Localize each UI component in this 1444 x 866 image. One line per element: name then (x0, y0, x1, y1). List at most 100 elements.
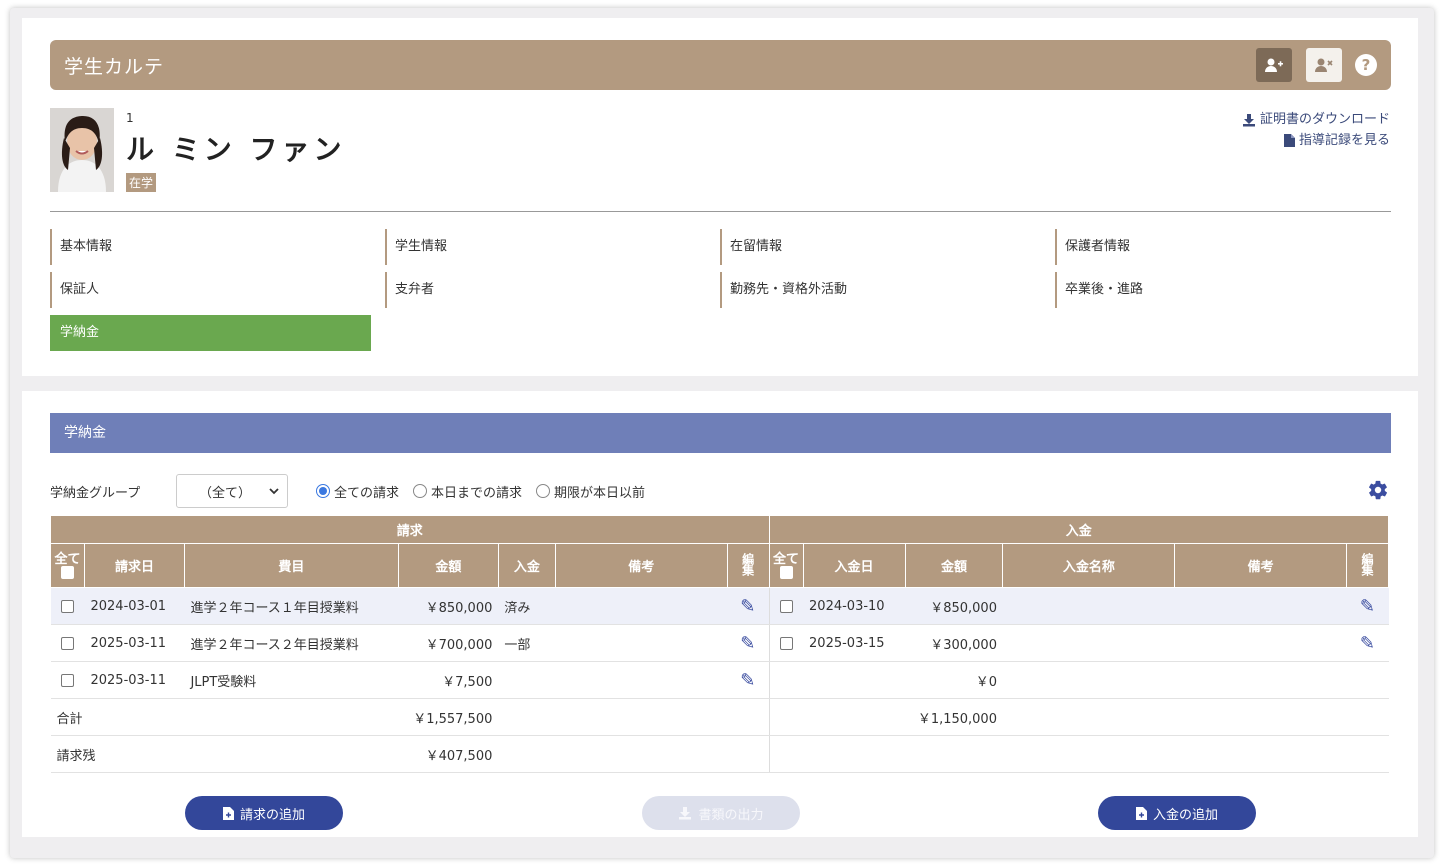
radio-bills-until-today[interactable]: 本日までの請求 (413, 482, 522, 501)
balance-amount: ￥407,500 (398, 735, 499, 773)
edit-icon[interactable]: ✎ (740, 596, 755, 617)
row-checkbox[interactable] (60, 599, 74, 613)
row-checkbox[interactable] (60, 673, 74, 687)
col-edit: 編集 (726, 543, 770, 588)
edit-icon[interactable]: ✎ (1360, 596, 1375, 617)
select-all-checkbox[interactable] (779, 565, 793, 579)
nav-item-basic-info[interactable]: 基本情報 (50, 229, 112, 265)
bill-date: 2024-03-01 (84, 587, 185, 625)
pay-amount: ￥850,000 (905, 587, 1003, 625)
nav-item-tuition[interactable]: 学納金 (50, 315, 371, 351)
col-pay-edit: 編集 (1345, 543, 1390, 588)
file-add-icon (1135, 806, 1147, 820)
app-frame: 学生カルテ ? 1 ル ミン ファン 在学 証明書のダウンロード 指導記録を見る… (10, 8, 1434, 858)
pay-note (1174, 661, 1347, 699)
export-docs-button[interactable]: 書類の出力 (642, 796, 800, 830)
bill-note (555, 661, 728, 699)
download-certificate-link[interactable]: 証明書のダウンロード (1242, 109, 1390, 130)
bill-amount: ￥700,000 (398, 624, 499, 662)
pay-date: 2024-03-10 (803, 587, 905, 625)
add-bill-label: 請求の追加 (239, 807, 305, 823)
student-photo (50, 108, 114, 192)
bill-note (555, 587, 728, 625)
paid-status (498, 661, 556, 699)
nav-item-guardian-info[interactable]: 保護者情報 (1055, 229, 1130, 265)
row-checkbox[interactable] (60, 636, 74, 650)
col-pay-note[interactable]: 備考 (1174, 543, 1347, 588)
person-remove-icon (1315, 58, 1333, 72)
table-row: 2024-03-01 進学２年コース１年目授業料 ￥850,000 済み ✎ 2… (50, 587, 1389, 625)
student-name: ル ミン ファン (126, 133, 346, 166)
document-icon (1283, 134, 1295, 147)
download-icon (1242, 113, 1255, 126)
radio-all-bills[interactable]: 全ての請求 (316, 482, 399, 501)
radio-label: 期限が本日以前 (554, 485, 646, 501)
pay-note (1174, 624, 1347, 662)
page-title: 学生カルテ (64, 56, 165, 78)
pay-note (1174, 587, 1347, 625)
settings-gear-icon[interactable] (1367, 479, 1389, 507)
radio-button[interactable] (413, 484, 428, 498)
group-select-value: （全て） (199, 485, 252, 501)
radio-label: 全ての請求 (334, 485, 400, 501)
col-pay-name[interactable]: 入金名称 (1002, 543, 1176, 588)
person-add-icon (1265, 58, 1283, 72)
group-select[interactable]: （全て） (176, 474, 288, 508)
edit-icon[interactable]: ✎ (1360, 633, 1375, 654)
nav-item-after-graduation[interactable]: 卒業後・進路 (1055, 272, 1143, 308)
pay-name (1002, 624, 1175, 662)
radio-button[interactable] (316, 484, 330, 498)
billing-select-all[interactable]: 全て (50, 543, 85, 588)
add-payment-button[interactable]: 入金の追加 (1098, 796, 1256, 830)
col-note[interactable]: 備考 (554, 543, 728, 588)
top-links: 証明書のダウンロード 指導記録を見る (1242, 109, 1390, 151)
radio-button[interactable] (536, 484, 551, 498)
paid-status: 済み (498, 587, 556, 625)
table-row: 2025-03-11 JLPT受験料 ￥7,500 ✎ ￥0 (50, 661, 1389, 699)
total-row: 合計 ￥1,557,500 ￥1,150,000 (50, 698, 1389, 736)
divider (50, 211, 1391, 212)
help-icon: ? (1355, 54, 1377, 76)
nav-item-employment[interactable]: 勤務先・資格外活動 (720, 272, 847, 308)
nav-item-student-info[interactable]: 学生情報 (385, 229, 447, 265)
remove-user-button[interactable] (1306, 48, 1342, 82)
billing-group-header: 請求 (50, 515, 770, 544)
file-add-icon (222, 806, 234, 820)
pay-name (1002, 587, 1175, 625)
payment-group-header: 入金 (768, 515, 1390, 544)
help-button[interactable]: ? (1348, 48, 1384, 82)
row-checkbox[interactable] (779, 636, 793, 650)
total-paid: ￥1,150,000 (905, 698, 1003, 736)
pay-date (803, 661, 905, 699)
bill-note (555, 624, 728, 662)
select-all-checkbox[interactable] (60, 565, 74, 579)
row-checkbox[interactable] (779, 599, 793, 613)
payment-select-all[interactable]: 全て (768, 543, 804, 588)
filter-row: 学納金グループ （全て） 全ての請求 本日までの請求 期限が本日以前 (50, 473, 1391, 509)
col-pay-amount[interactable]: 金額 (904, 543, 1004, 588)
view-guidance-link[interactable]: 指導記録を見る (1242, 130, 1390, 151)
tuition-card: 学納金 学納金グループ （全て） 全ての請求 本日までの請求 期限が本日以前 請… (22, 391, 1418, 837)
nav-item-guarantor[interactable]: 保証人 (50, 272, 99, 308)
add-user-button[interactable] (1256, 48, 1292, 82)
col-item[interactable]: 費目 (183, 543, 399, 588)
pay-amount: ￥0 (905, 661, 1003, 699)
fee-item: JLPT受験料 (184, 661, 399, 699)
total-billed: ￥1,557,500 (398, 698, 499, 736)
radio-label: 本日までの請求 (431, 485, 523, 501)
status-badge: 在学 (126, 173, 157, 192)
edit-icon[interactable]: ✎ (740, 633, 755, 654)
col-pay-date[interactable]: 入金日 (802, 543, 906, 588)
col-paid[interactable]: 入金 (497, 543, 556, 588)
col-bill-date[interactable]: 請求日 (83, 543, 185, 588)
section-title: 学納金 (50, 413, 1391, 453)
paid-status: 一部 (498, 624, 556, 662)
radio-due-before-today[interactable]: 期限が本日以前 (536, 482, 645, 501)
edit-icon[interactable]: ✎ (740, 670, 755, 691)
nav-item-sponsor[interactable]: 支弁者 (385, 272, 434, 308)
balance-label: 請求残 (50, 735, 185, 773)
add-bill-button[interactable]: 請求の追加 (185, 796, 343, 830)
col-amount[interactable]: 金額 (397, 543, 499, 588)
pay-date: 2025-03-15 (803, 624, 905, 662)
nav-item-residence-info[interactable]: 在留情報 (720, 229, 782, 265)
